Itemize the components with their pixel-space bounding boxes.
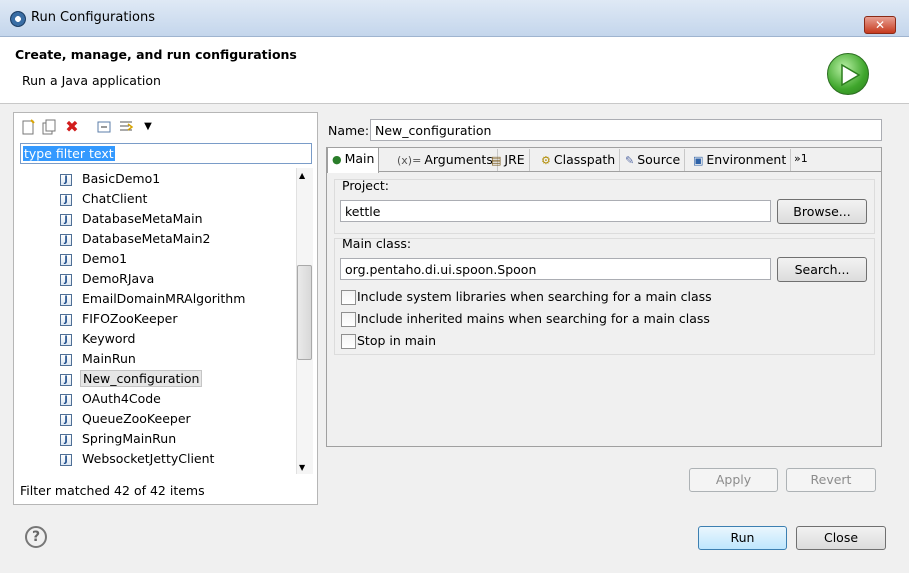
tab-main[interactable]: ● Main (327, 147, 380, 173)
main-class-input[interactable]: org.pentaho.di.ui.spoon.Spoon (340, 258, 771, 280)
stop-in-main-checkbox[interactable] (341, 334, 356, 349)
window-close-button[interactable]: ✕ (864, 16, 896, 34)
java-class-icon: J (60, 413, 72, 426)
scroll-down-icon[interactable]: ▼ (299, 463, 305, 472)
java-class-icon: J (60, 233, 72, 246)
chevron-down-icon[interactable]: ▼ (140, 119, 156, 135)
arguments-icon: (x)= (397, 154, 422, 167)
tab-arguments[interactable]: (x)= Arguments (393, 149, 498, 171)
apply-button[interactable]: Apply (689, 468, 778, 492)
tree-item-springmainrun[interactable]: J SpringMainRun (60, 430, 178, 448)
tab-jre[interactable]: ▤ JRE (487, 149, 530, 171)
java-class-icon: J (60, 453, 72, 466)
java-class-icon: J (60, 353, 72, 366)
project-value: kettle (345, 204, 381, 219)
classpath-icon: ⚙ (541, 154, 551, 167)
stop-in-main-label: Stop in main (357, 333, 436, 348)
jre-library-icon: ▤ (491, 154, 502, 167)
collapse-all-icon[interactable] (96, 119, 112, 135)
banner-heading: Create, manage, and run configurations (15, 47, 297, 62)
filter-icon[interactable] (118, 119, 134, 135)
tree-item-new-configuration[interactable]: J New_configuration (60, 370, 203, 388)
tree-item-queuezookeeper[interactable]: J QueueZooKeeper (60, 410, 193, 428)
tree-item-demo1[interactable]: J Demo1 (60, 250, 129, 268)
tree-item-chatclient[interactable]: J ChatClient (60, 190, 149, 208)
tab-source[interactable]: ✎ Source (621, 149, 686, 171)
environment-icon: ▣ (693, 154, 704, 167)
java-class-icon: J (60, 173, 72, 186)
banner-subtitle: Run a Java application (22, 73, 161, 88)
java-class-icon: J (60, 373, 72, 386)
title-bar: Run Configurations (0, 0, 909, 37)
tab-environment[interactable]: ▣ Environment (689, 149, 792, 171)
tree-item-databasemetamain2[interactable]: J DatabaseMetaMain2 (60, 230, 212, 248)
tab-overflow-button[interactable]: »1 (794, 152, 808, 165)
run-icon (827, 53, 869, 95)
project-input[interactable]: kettle (340, 200, 771, 222)
tree-item-oauth4code[interactable]: J OAuth4Code (60, 390, 163, 408)
header-banner: Create, manage, and run configurations R… (0, 37, 909, 104)
java-class-icon: J (60, 333, 72, 346)
window-title: Run Configurations (31, 10, 155, 25)
name-label: Name: (328, 123, 370, 138)
scrollbar-thumb[interactable] (297, 265, 312, 360)
new-configuration-icon[interactable] (20, 119, 36, 135)
main-class-value: org.pentaho.di.ui.spoon.Spoon (345, 262, 537, 277)
name-input[interactable]: New_configuration (370, 119, 882, 141)
tree-item-fifozookeeper[interactable]: J FIFOZooKeeper (60, 310, 179, 328)
java-class-icon: J (60, 273, 72, 286)
name-value: New_configuration (375, 123, 492, 138)
tree-item-mainrun[interactable]: J MainRun (60, 350, 138, 368)
tree-item-basicdemo1[interactable]: J BasicDemo1 (60, 170, 162, 188)
filter-status: Filter matched 42 of 42 items (20, 483, 205, 498)
filter-text: type filter text (23, 146, 115, 161)
tree-item-websocketjettyclient[interactable]: J WebsocketJettyClient (60, 450, 216, 468)
include-inherited-mains-checkbox[interactable] (341, 312, 356, 327)
tree-item-databasemetamain[interactable]: J DatabaseMetaMain (60, 210, 205, 228)
java-class-icon: J (60, 433, 72, 446)
project-label: Project: (342, 178, 389, 193)
main-class-label: Main class: (342, 236, 412, 251)
java-class-icon: J (60, 253, 72, 266)
include-system-libraries-checkbox[interactable] (341, 290, 356, 305)
java-class-icon: J (60, 393, 72, 406)
include-inherited-mains-label: Include inherited mains when searching f… (357, 311, 710, 326)
app-icon (10, 11, 26, 27)
run-button[interactable]: Run (698, 526, 787, 550)
java-class-icon: J (60, 213, 72, 226)
close-button[interactable]: Close (796, 526, 886, 550)
java-class-icon: J (60, 293, 72, 306)
scroll-up-icon[interactable]: ▲ (299, 171, 305, 180)
tree-item-keyword[interactable]: J Keyword (60, 330, 137, 348)
tab-classpath[interactable]: ⚙ Classpath (537, 149, 621, 171)
help-icon[interactable]: ? (25, 526, 47, 548)
include-system-libraries-label: Include system libraries when searching … (357, 289, 712, 304)
duplicate-icon[interactable] (41, 119, 57, 135)
source-icon: ✎ (625, 154, 635, 167)
search-button[interactable]: Search... (777, 257, 867, 282)
main-tab-icon: ● (332, 153, 342, 166)
tree-item-emaildomainmralgorithm[interactable]: J EmailDomainMRAlgorithm (60, 290, 247, 308)
filter-input[interactable]: type filter text (20, 143, 312, 164)
browse-button[interactable]: Browse... (777, 199, 867, 224)
java-class-icon: J (60, 313, 72, 326)
tree-item-demorjava[interactable]: J DemoRJava (60, 270, 156, 288)
delete-icon[interactable]: ✖ (64, 119, 80, 135)
revert-button[interactable]: Revert (786, 468, 876, 492)
java-class-icon: J (60, 193, 72, 206)
